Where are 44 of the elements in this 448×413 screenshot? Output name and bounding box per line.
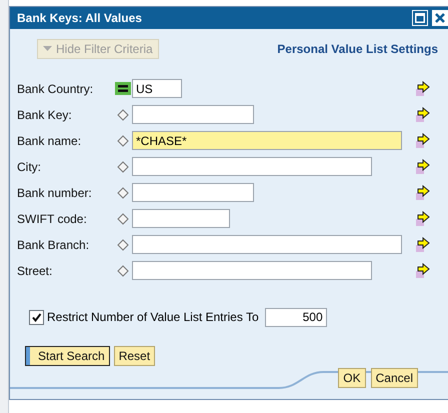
maximize-button[interactable] [412, 10, 428, 26]
arrow-icon[interactable] [416, 106, 430, 123]
arrow-icon[interactable] [416, 184, 430, 201]
checkbox[interactable] [29, 310, 44, 325]
field-label: Bank Key: [17, 108, 73, 122]
checkbox-label: Restrict Number of Value List Entries To [47, 310, 259, 324]
field-label: Bank name: [17, 134, 82, 148]
field-label: Bank number: [17, 186, 93, 200]
field-label: SWIFT code: [17, 212, 88, 226]
diamond-icon[interactable] [117, 212, 129, 225]
arrow-icon[interactable] [416, 132, 430, 149]
diamond-icon[interactable] [117, 264, 129, 277]
arrow-icon[interactable] [416, 158, 430, 175]
field-label: Bank Branch: [17, 238, 90, 252]
input-field[interactable] [132, 235, 402, 254]
field-label: Bank Country: [17, 82, 94, 96]
input-field[interactable] [132, 183, 254, 202]
search-button[interactable]: Start Search [25, 346, 110, 366]
input-field[interactable] [132, 157, 372, 176]
input-field[interactable] [132, 209, 230, 228]
diamond-icon[interactable] [117, 160, 129, 173]
diamond-icon[interactable] [117, 134, 129, 147]
input-field[interactable]: US [132, 79, 182, 98]
arrow-icon[interactable] [416, 236, 430, 253]
input-field[interactable]: 500 [264, 308, 327, 327]
caret-icon [43, 46, 52, 52]
arrow-icon[interactable] [416, 262, 430, 279]
diamond-icon[interactable] [117, 108, 129, 121]
field-label: City: [17, 160, 42, 174]
input-field[interactable] [132, 261, 372, 280]
search-button[interactable]: Reset [114, 346, 156, 366]
diamond-icon[interactable] [117, 186, 129, 199]
input-field[interactable]: *CHASE* [132, 131, 402, 150]
dialog-button[interactable]: Cancel [370, 368, 418, 388]
field-label: Street: [17, 264, 54, 278]
settings-link[interactable]: Personal Value List Settings [277, 42, 438, 56]
equals-icon[interactable] [115, 82, 131, 96]
diamond-icon[interactable] [117, 238, 129, 251]
arrow-icon[interactable] [416, 80, 430, 97]
window-title: Bank Keys: All Values [17, 10, 143, 25]
input-field[interactable] [132, 105, 254, 124]
dialog-button[interactable]: OK [338, 368, 366, 388]
arrow-icon[interactable] [416, 210, 430, 227]
close-button[interactable] [432, 10, 448, 26]
